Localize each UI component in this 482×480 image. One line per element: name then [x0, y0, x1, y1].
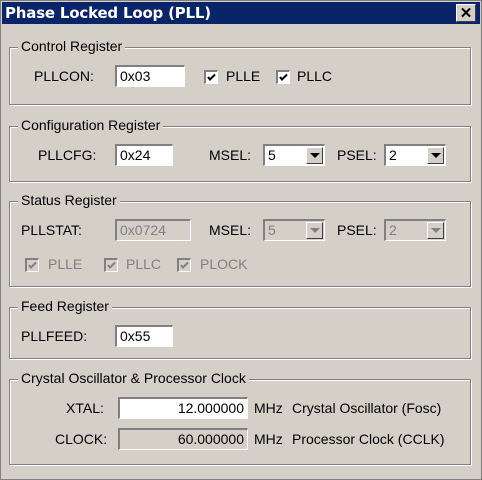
chevron-down-icon	[306, 222, 323, 239]
pllc-checkbox[interactable]	[276, 70, 290, 84]
pllcon-input[interactable]: 0x03	[115, 65, 185, 87]
chevron-down-icon	[427, 222, 444, 239]
pllstat-field: 0x0724	[115, 219, 191, 241]
pll-dialog: Phase Locked Loop (PLL) ✕ Control Regist…	[0, 0, 482, 480]
pllfeed-input[interactable]: 0x55	[115, 325, 173, 347]
check-icon	[207, 73, 216, 81]
status-psel-select: 2	[384, 219, 446, 241]
plle-label: PLLE	[226, 68, 261, 84]
status-plock-checkbox	[177, 258, 191, 272]
status-register-group: Status Register PLLSTAT: 0x0724 MSEL: 5 …	[9, 192, 471, 287]
window-title: Phase Locked Loop (PLL)	[5, 4, 211, 22]
pllstat-label: PLLSTAT:	[21, 222, 82, 238]
clock-label: CLOCK:	[55, 431, 108, 447]
check-icon	[107, 261, 116, 269]
status-msel-select: 5	[263, 219, 325, 241]
configuration-register-legend: Configuration Register	[18, 117, 164, 133]
xtal-description: Crystal Oscillator (Fosc)	[292, 400, 442, 416]
check-icon	[28, 261, 37, 269]
status-psel-label: PSEL:	[337, 222, 377, 238]
pllc-label: PLLC	[297, 68, 333, 84]
psel-label: PSEL:	[337, 147, 377, 163]
clock-group: Crystal Oscillator & Processor Clock XTA…	[9, 370, 471, 465]
pllcfg-input[interactable]: 0x24	[115, 144, 173, 166]
msel-label: MSEL:	[209, 147, 252, 163]
clock-legend: Crystal Oscillator & Processor Clock	[18, 370, 249, 386]
status-msel-value: 5	[268, 222, 276, 238]
plle-checkbox[interactable]	[204, 70, 218, 84]
check-icon	[180, 261, 189, 269]
feed-register-legend: Feed Register	[18, 298, 112, 314]
status-psel-value: 2	[389, 222, 397, 238]
status-plle-label: PLLE	[48, 256, 83, 272]
msel-value: 5	[268, 147, 276, 163]
close-icon: ✕	[459, 5, 473, 22]
configuration-register-group: Configuration Register PLLCFG: 0x24 MSEL…	[9, 117, 471, 182]
pllfeed-label: PLLFEED:	[21, 328, 88, 344]
pllcon-label: PLLCON:	[34, 68, 94, 84]
clock-description: Processor Clock (CCLK)	[292, 431, 445, 447]
control-register-group: Control Register PLLCON: 0x03 PLLE PLLC	[9, 38, 471, 105]
psel-value: 2	[389, 147, 397, 163]
chevron-down-icon[interactable]	[427, 147, 444, 164]
title-bar[interactable]: Phase Locked Loop (PLL) ✕	[2, 2, 480, 24]
close-button[interactable]: ✕	[456, 4, 476, 22]
status-pllc-label: PLLC	[126, 256, 162, 272]
clock-unit: MHz	[254, 431, 283, 447]
msel-select[interactable]: 5	[263, 144, 325, 166]
pllcfg-label: PLLCFG:	[38, 147, 97, 163]
feed-register-group: Feed Register PLLFEED: 0x55	[9, 298, 471, 359]
control-register-legend: Control Register	[18, 38, 126, 54]
clock-field: 60.000000	[118, 428, 248, 450]
status-msel-label: MSEL:	[209, 222, 252, 238]
xtal-unit: MHz	[254, 400, 283, 416]
status-register-legend: Status Register	[18, 192, 120, 208]
status-plock-label: PLOCK	[200, 256, 248, 272]
xtal-label: XTAL:	[66, 400, 104, 416]
status-pllc-checkbox	[104, 258, 118, 272]
psel-select[interactable]: 2	[384, 144, 446, 166]
status-plle-checkbox	[25, 258, 39, 272]
chevron-down-icon[interactable]	[306, 147, 323, 164]
xtal-input[interactable]: 12.000000	[118, 397, 248, 419]
check-icon	[279, 73, 288, 81]
